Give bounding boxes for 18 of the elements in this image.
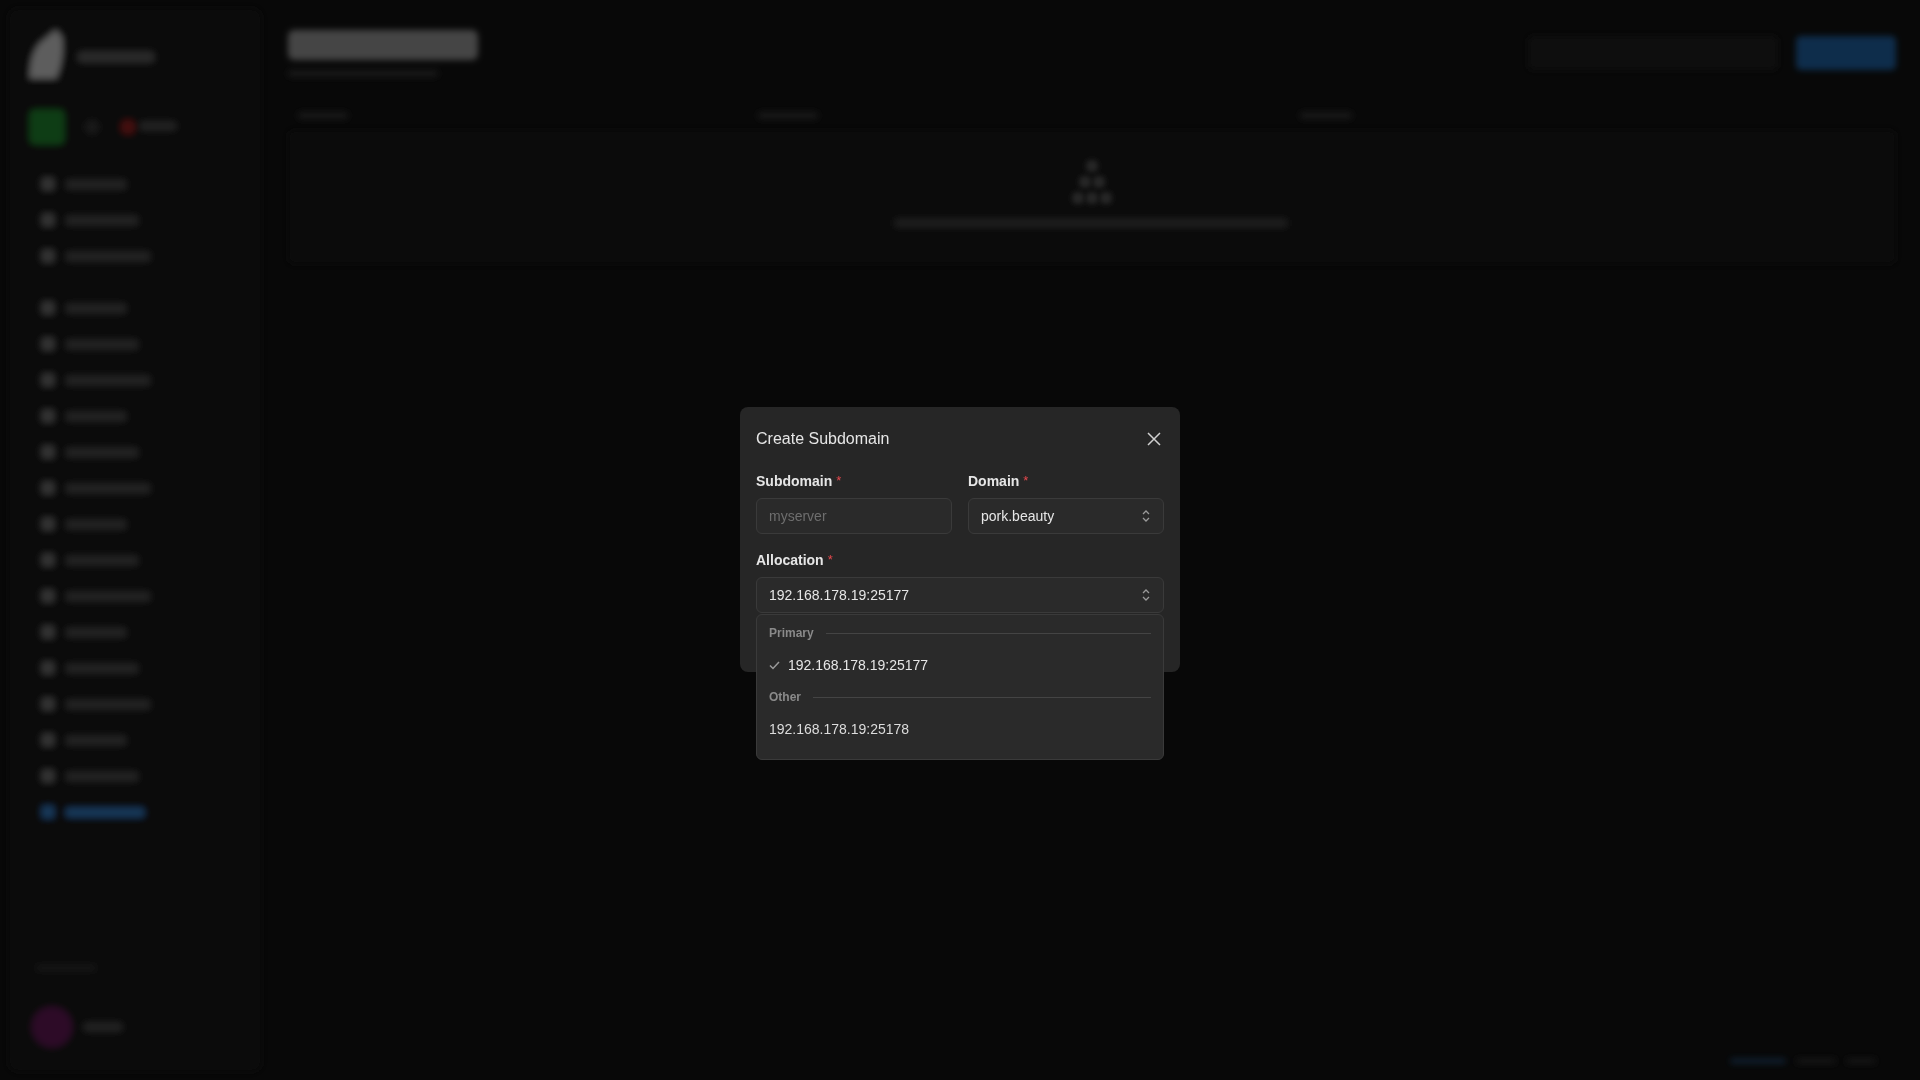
field-label: Allocation — [756, 551, 824, 570]
domain-select[interactable]: pork.beauty — [968, 498, 1164, 534]
dropdown-option[interactable]: 192.168.178.19:25177 — [769, 643, 1151, 687]
group-label: Other — [769, 689, 801, 706]
field-label: Domain — [968, 472, 1020, 491]
chevron-updown-icon — [1141, 509, 1151, 523]
chevron-updown-icon — [1141, 588, 1151, 602]
required-mark: * — [827, 551, 833, 569]
subdomain-field[interactable]: myserver — [756, 498, 952, 534]
dropdown-option[interactable]: 192.168.178.19:25178 — [769, 707, 1151, 751]
required-mark: * — [836, 472, 842, 490]
field-label: Subdomain — [756, 472, 833, 491]
group-label: Primary — [769, 625, 814, 642]
check-icon — [769, 660, 780, 670]
required-mark: * — [1023, 472, 1029, 490]
close-icon — [1147, 432, 1161, 446]
dialog-title: Create Subdomain — [756, 429, 890, 449]
allocation-select[interactable]: 192.168.178.19:25177 — [756, 577, 1164, 613]
